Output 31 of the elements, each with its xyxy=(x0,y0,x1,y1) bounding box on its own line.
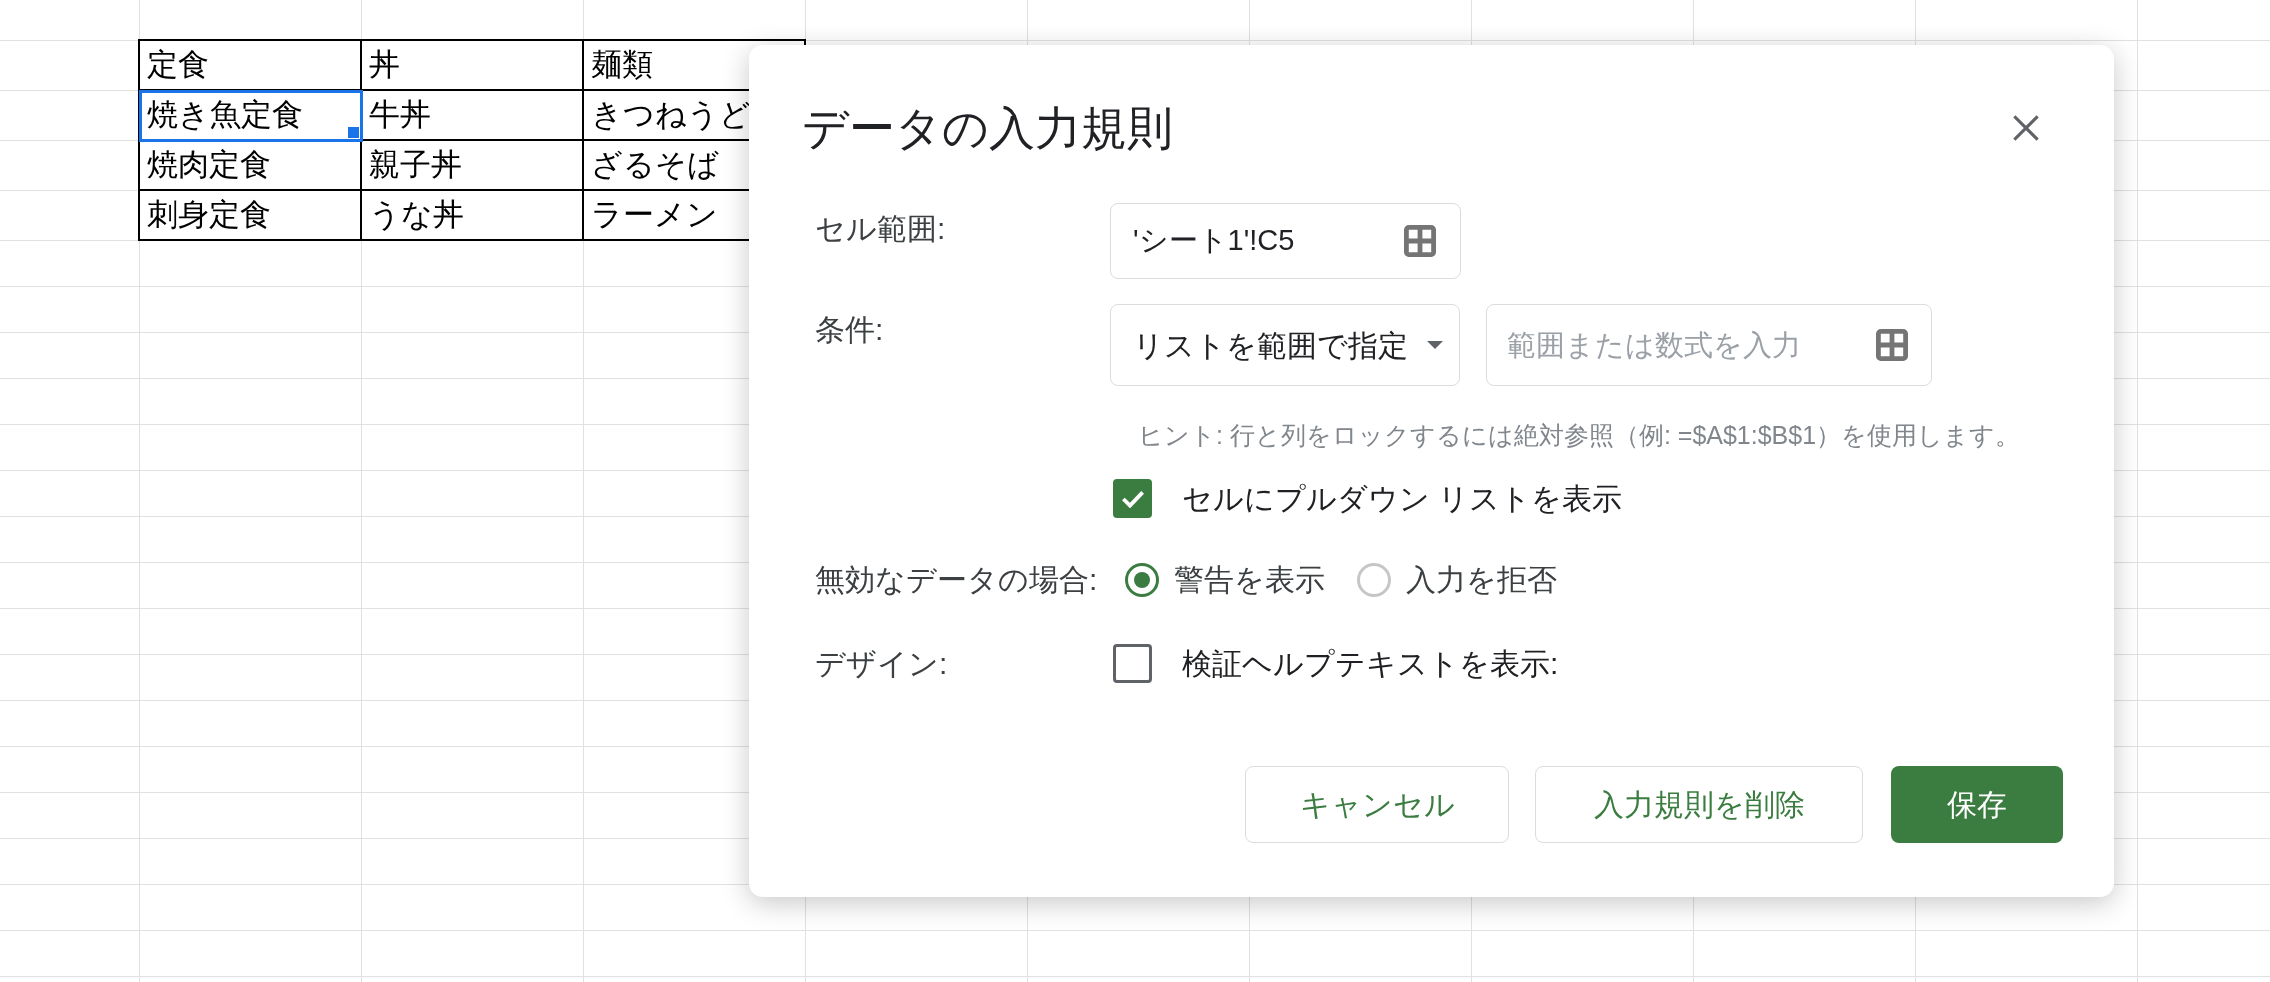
field-label: セル範囲: xyxy=(815,212,946,245)
checkbox[interactable] xyxy=(1113,644,1152,683)
table-cell[interactable]: 定食 xyxy=(140,41,362,91)
table-cell[interactable]: 焼き魚定食 xyxy=(140,91,362,141)
dialog-button[interactable]: キャンセル xyxy=(1245,766,1509,843)
checkbox-label: セルにプルダウン リストを表示 xyxy=(1182,480,1623,517)
table-cell[interactable]: 丼 xyxy=(362,41,584,91)
field-label: デザイン: xyxy=(815,646,948,680)
cell-range-field[interactable]: 'シート1'!C5 xyxy=(1110,203,1461,279)
grid-icon[interactable] xyxy=(1404,225,1436,257)
checkmark-icon xyxy=(1120,489,1145,508)
radio-button[interactable] xyxy=(1125,563,1159,597)
dialog-button[interactable]: 入力規則を削除 xyxy=(1535,766,1863,843)
hint-text: ヒント: 行と列をロックするには絶対参照（例: =$A$1:$B$1）を使用します。 xyxy=(1138,420,2021,450)
criteria-dropdown[interactable]: リストを範囲で指定 xyxy=(1110,304,1460,386)
checkbox-label: 検証ヘルプテキストを表示: xyxy=(1182,645,1559,682)
field-label: 条件: xyxy=(815,313,884,346)
table-cell[interactable]: 親子丼 xyxy=(362,141,584,191)
field-label: 無効なデータの場合: xyxy=(815,563,1098,596)
caret-icon xyxy=(1427,341,1443,349)
fill-handle-icon[interactable] xyxy=(347,126,360,139)
grid-icon[interactable] xyxy=(1876,329,1908,361)
radio-label: 入力を拒否 xyxy=(1406,562,1557,598)
table-cell[interactable]: 焼肉定食 xyxy=(140,141,362,191)
radio-button[interactable] xyxy=(1357,563,1391,597)
table-cell[interactable]: 牛丼 xyxy=(362,91,584,141)
radio-label: 警告を表示 xyxy=(1174,562,1325,598)
checkbox[interactable] xyxy=(1113,479,1152,518)
save-button[interactable]: 保存 xyxy=(1891,766,2063,843)
close-icon xyxy=(2012,114,2040,142)
range-input[interactable]: 範囲または数式を入力 xyxy=(1486,304,1932,386)
